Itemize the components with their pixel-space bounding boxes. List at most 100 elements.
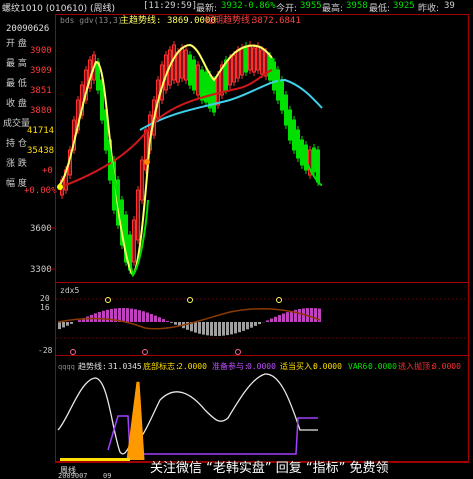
- mid-histogram-bar: [278, 315, 281, 322]
- mid-histogram-bar: [210, 322, 213, 336]
- mid-histogram-bar: [174, 322, 177, 325]
- mid-histogram-bar: [194, 322, 197, 333]
- mid-histogram-bar: [238, 322, 241, 333]
- mid-histogram-bar: [258, 322, 261, 325]
- candle-body: [268, 55, 272, 81]
- mid-histogram-bar: [70, 322, 73, 324]
- mid-histogram-bar: [158, 317, 161, 322]
- bottom-flag-label: 底部标志:: [143, 361, 180, 371]
- mid-histogram-bar: [98, 311, 101, 322]
- mid-histogram-bar: [106, 309, 109, 322]
- mid-histogram-bar: [234, 322, 237, 334]
- mid-histogram-bar: [146, 312, 149, 322]
- mid-histogram-bar: [286, 312, 289, 322]
- buy-label: 适当买入:: [280, 361, 317, 371]
- mid-histogram-bar: [62, 322, 65, 328]
- mid-ytick-20: 20: [40, 294, 50, 303]
- signal-marker: [144, 159, 150, 165]
- mid-histogram-bar: [142, 311, 145, 322]
- prepare-value: 0.0000: [247, 362, 276, 371]
- mid-histogram-bar: [126, 308, 129, 322]
- ytick-3600: 3600: [30, 224, 52, 234]
- mid-histogram-bar: [274, 316, 277, 322]
- mid-histogram-bar: [134, 309, 137, 322]
- legend-short-label: 短期趋势线:: [205, 14, 255, 26]
- short-trend-up: [57, 43, 273, 277]
- candle-body: [200, 69, 204, 101]
- mid-histogram-bar: [246, 322, 249, 330]
- mid-marker: [187, 297, 193, 303]
- mid-marker: [105, 297, 111, 303]
- candle-body: [208, 74, 212, 109]
- mid-histogram-bar: [122, 308, 125, 322]
- xtick-2: 09: [103, 472, 111, 479]
- prepare-label: 准备参与:: [212, 361, 249, 371]
- mid-panel-label: zdx5: [60, 286, 79, 295]
- mid-histogram-bar: [290, 310, 293, 322]
- mid-histogram-bar: [162, 319, 165, 322]
- mid-marker: [235, 349, 241, 355]
- xtick-1: 2009007: [58, 472, 88, 479]
- mid-histogram-bar: [298, 309, 301, 322]
- mid-histogram-bar: [150, 313, 153, 322]
- mid-marker: [70, 349, 76, 355]
- mid-histogram-bar: [314, 308, 317, 322]
- mid-histogram-bar: [58, 322, 61, 330]
- mid-histogram-bar: [230, 322, 233, 335]
- bottom-panel-label: qqqq: [58, 363, 75, 371]
- bottom-flag-value: 2.0000: [178, 362, 207, 371]
- trend-line: [57, 373, 318, 455]
- trend-label: 趋势线:: [78, 361, 107, 371]
- mid-marker: [276, 297, 282, 303]
- mid-histogram-bar: [94, 313, 97, 322]
- mid-histogram-bar: [166, 320, 169, 322]
- mid-histogram-bar: [102, 310, 105, 322]
- legend-short-value: 3872.6841: [252, 16, 301, 26]
- ytick-3300: 3300: [30, 265, 52, 275]
- mid-histogram-bar: [218, 322, 221, 336]
- mid-histogram-bar: [130, 308, 133, 322]
- candle-body: [312, 147, 316, 173]
- mid-histogram-bar: [222, 322, 225, 336]
- legend-prefix: bds gdv(13,3): [60, 16, 123, 25]
- candle-body: [192, 59, 196, 91]
- mid-marker: [142, 349, 148, 355]
- mid-histogram-bar: [170, 322, 173, 323]
- mid-histogram-bar: [226, 322, 229, 336]
- mid-histogram-bar: [138, 310, 141, 322]
- mid-histogram-bar: [214, 322, 217, 336]
- mid-histogram-bar: [202, 322, 205, 335]
- mid-histogram-bar: [206, 322, 209, 336]
- candle-body: [188, 54, 192, 86]
- chart-frame: [55, 14, 469, 463]
- candle-body: [212, 79, 216, 113]
- mid-histogram-bar: [282, 313, 285, 322]
- signal-marker: [57, 184, 63, 190]
- mid-ytick-neg28: -28: [38, 346, 53, 355]
- candle-body: [244, 45, 248, 73]
- mid-histogram-bar: [78, 320, 81, 322]
- var6-value: 0.0000: [368, 362, 397, 371]
- mid-histogram-bar: [154, 315, 157, 322]
- bottom-flag-spike: [126, 381, 145, 461]
- mid-histogram-bar: [242, 322, 245, 331]
- mid-histogram: [58, 308, 321, 336]
- buy-bar: [60, 458, 130, 461]
- mid-histogram-bar: [66, 322, 69, 326]
- mid-histogram-bar: [310, 308, 313, 322]
- watermark-text: 关注微信 “老韩实盘” 回复 “指标” 免费领: [150, 461, 389, 476]
- mid-histogram-bar: [198, 322, 201, 334]
- mid-ytick-16: 16: [40, 303, 50, 312]
- kline-chart[interactable]: 3600 3300 bds gdv(13,3) 主趋势线: 3869.0000 …: [0, 0, 473, 479]
- candlestick-series: [60, 41, 320, 274]
- mid-histogram-bar: [270, 318, 273, 322]
- mid-histogram-bar: [254, 322, 257, 326]
- candle-body: [316, 149, 320, 183]
- mid-histogram-bar: [266, 320, 269, 322]
- sell-label: 逃入抛顶:: [398, 361, 435, 371]
- mid-histogram-bar: [250, 322, 253, 328]
- trend-value: 31.0345: [108, 362, 142, 371]
- buy-value: 0.0000: [313, 362, 342, 371]
- candle-body: [304, 144, 308, 171]
- sell-value: 0.0000: [432, 362, 461, 371]
